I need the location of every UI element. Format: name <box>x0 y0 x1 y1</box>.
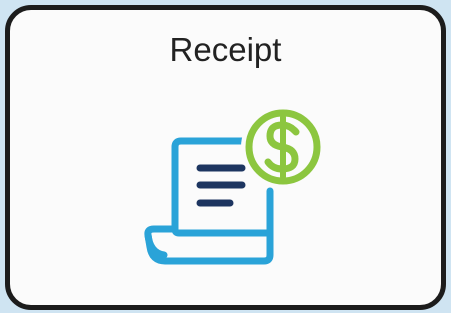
dollar-badge-icon <box>241 105 325 189</box>
text-lines-icon <box>196 164 246 207</box>
receipt-icon <box>130 95 330 275</box>
receipt-tile[interactable]: Receipt <box>5 5 446 310</box>
tile-title: Receipt <box>169 31 282 68</box>
